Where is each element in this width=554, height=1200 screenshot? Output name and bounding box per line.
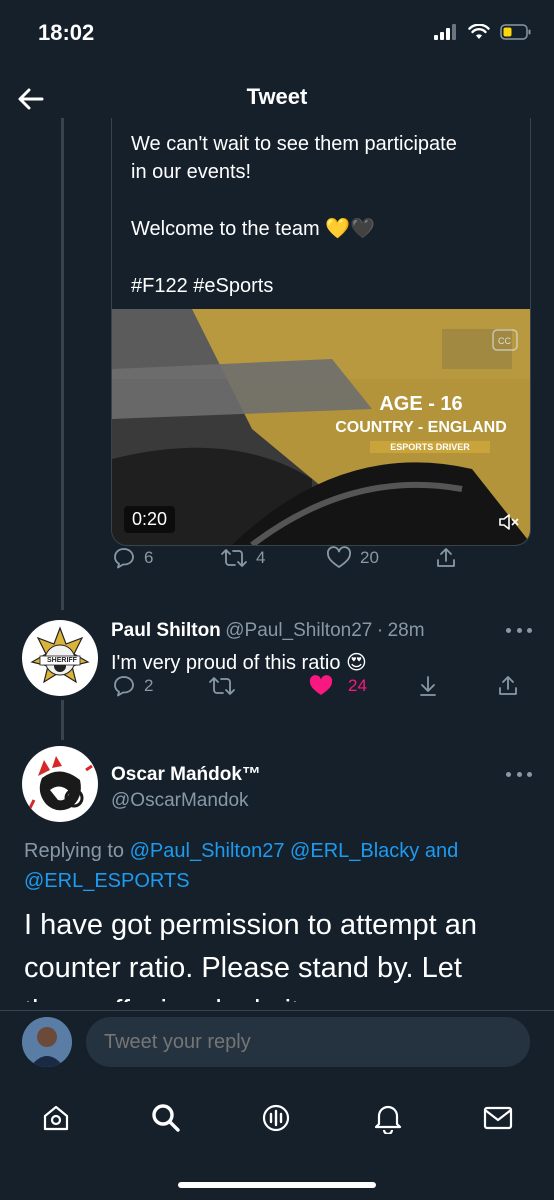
video-duration: 0:20	[124, 506, 176, 533]
video-overlay-age: AGE - 16	[379, 393, 463, 415]
more-options-button[interactable]	[506, 772, 532, 780]
video-overlay-subtitle: ESPORTS DRIVER	[370, 441, 490, 453]
separator-dot: ·	[376, 620, 384, 641]
reply-button[interactable]: 2	[112, 674, 153, 698]
download-button[interactable]	[416, 674, 440, 698]
home-icon	[43, 1105, 69, 1131]
reply-count: 2	[144, 676, 154, 695]
author-name[interactable]: Oscar Mańdok™	[111, 764, 261, 786]
retweet-count: 4	[256, 548, 266, 567]
signal-icon	[434, 24, 456, 40]
status-bar: 18:02	[0, 0, 554, 70]
quoted-tweet-text-line: We can't wait to see them participate	[131, 133, 457, 155]
retweet-icon	[221, 549, 247, 567]
video-player[interactable]: CC AGE - 16 COUNTRY - ENGLAND ESPORTS DR…	[112, 309, 530, 545]
home-indicator	[178, 1182, 376, 1188]
more-options-button[interactable]	[506, 628, 532, 636]
like-button[interactable]: 20	[326, 546, 379, 570]
video-overlay-country: COUNTRY - ENGLAND	[335, 419, 507, 436]
reply-icon	[114, 548, 134, 569]
status-icons	[434, 24, 532, 40]
mention-link[interactable]: @ERL_ESPORTS	[24, 870, 190, 892]
notifications-icon	[374, 1105, 402, 1134]
like-button[interactable]: 24	[308, 674, 367, 698]
captions-icon[interactable]: CC	[492, 329, 518, 351]
mention-link[interactable]: @Paul_Shilton27	[130, 840, 285, 862]
replying-to: Replying to @Paul_Shilton27 @ERL_Blacky …	[24, 836, 534, 896]
tab-search[interactable]	[146, 1098, 186, 1138]
author-handle[interactable]: @Paul_Shilton27	[225, 620, 372, 641]
messages-icon	[483, 1106, 513, 1130]
and-label: and	[424, 840, 459, 862]
reply2-text-line: I have got permission to attempt an	[24, 909, 477, 941]
tab-messages[interactable]	[478, 1098, 518, 1138]
tab-spaces[interactable]	[256, 1098, 296, 1138]
retweet-button[interactable]	[208, 674, 236, 698]
timestamp: 28m	[387, 620, 425, 641]
user-avatar[interactable]	[22, 1017, 72, 1067]
thread-line-middle	[61, 700, 64, 740]
author-name[interactable]: Paul Shilton	[111, 620, 221, 641]
reply1-text: I'm very proud of this ratio 😍	[111, 652, 367, 674]
profile-photo-icon	[22, 1017, 72, 1067]
page-title: Tweet	[246, 84, 308, 109]
replying-to-label: Replying to	[24, 840, 125, 862]
quoted-tweet-text-line: in our events!	[131, 161, 252, 183]
author-handle[interactable]: @OscarMandok	[111, 790, 249, 812]
reply-count: 6	[144, 548, 154, 567]
sheriff-avatar-label: SHERIFF	[47, 657, 77, 664]
reply-composer	[0, 1010, 554, 1076]
tab-home[interactable]	[36, 1098, 76, 1138]
share-button[interactable]	[434, 546, 458, 570]
tab-notifications[interactable]	[368, 1098, 408, 1138]
share-icon	[437, 548, 455, 567]
reply2-text-line: counter ratio. Please stand by. Let	[24, 952, 462, 984]
share-button[interactable]	[496, 674, 520, 698]
download-icon	[420, 676, 436, 696]
spaces-icon	[262, 1104, 290, 1132]
like-count: 20	[360, 548, 379, 567]
reply2-text-line: the proffesionals do it	[24, 990, 544, 1002]
status-time: 18:02	[38, 20, 95, 45]
quoted-tweet-card[interactable]: We can't wait to see them participate in…	[111, 118, 531, 546]
like-count: 24	[348, 676, 367, 695]
tiger-logo-icon	[28, 756, 93, 811]
reply-button[interactable]: 6	[112, 546, 153, 570]
quoted-tweet-text-line: Welcome to the team 💛🖤	[131, 218, 375, 240]
retweet-icon	[209, 677, 235, 695]
thread-line-top	[61, 118, 64, 610]
hashtags[interactable]: #F122 #eSports	[131, 272, 273, 300]
battery-icon	[500, 24, 531, 40]
mute-icon[interactable]	[498, 513, 520, 531]
share-icon	[499, 676, 517, 695]
reply-icon	[114, 676, 134, 697]
tab-bar	[0, 1076, 554, 1200]
heart-icon	[327, 546, 351, 568]
search-icon	[152, 1104, 180, 1132]
svg-text:CC: CC	[498, 336, 511, 346]
mention-link[interactable]: @ERL_Blacky	[290, 840, 419, 862]
heart-filled-icon	[309, 675, 333, 695]
avatar[interactable]	[22, 746, 98, 822]
wifi-icon	[468, 24, 490, 39]
reply2-text: I have got permission to attempt an coun…	[24, 904, 544, 1002]
reply-input[interactable]	[86, 1017, 530, 1067]
retweet-button[interactable]: 4	[220, 546, 265, 570]
reply1-header: Paul Shilton @Paul_Shilton27 · 28m	[111, 620, 491, 642]
